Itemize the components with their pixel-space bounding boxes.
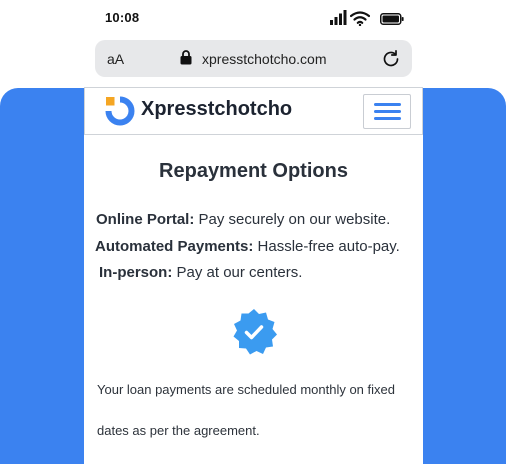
option-text: Pay securely on our website. <box>194 211 391 228</box>
url-text[interactable]: xpresstchotcho.com <box>202 51 327 67</box>
page-title: Repayment Options <box>159 160 348 182</box>
status-time: 10:08 <box>105 10 140 25</box>
site-navbar: Xpresstchotcho <box>84 87 423 135</box>
battery-icon <box>380 13 404 25</box>
brand-name[interactable]: Xpresstchotcho <box>141 98 292 121</box>
option-text: Pay at our centers. <box>172 264 303 281</box>
menu-button[interactable] <box>363 94 411 129</box>
reload-icon[interactable] <box>381 49 401 69</box>
signal-icon <box>330 10 347 25</box>
url-bar[interactable]: aA xpresstchotcho.com <box>95 40 412 77</box>
lock-icon <box>180 50 192 65</box>
wifi-icon <box>350 11 370 26</box>
option-text: Hassle-free auto-pay. <box>253 238 400 255</box>
option-online-portal: Online Portal: Pay securely on our websi… <box>96 211 390 228</box>
option-label: Automated Payments: <box>95 238 254 255</box>
verified-badge-icon <box>233 309 277 355</box>
schedule-paragraph: Your loan payments are scheduled monthly… <box>97 382 395 438</box>
logo-icon[interactable] <box>104 95 136 127</box>
text-size-button[interactable]: aA <box>107 51 124 67</box>
web-page: Xpresstchotcho Repayment Options Online … <box>84 87 423 464</box>
option-in-person: In-person: Pay at our centers. <box>99 264 302 281</box>
option-label: Online Portal: <box>96 211 195 228</box>
option-label: In-person: <box>99 264 173 281</box>
option-automated-payments: Automated Payments: Hassle-free auto-pay… <box>95 238 400 255</box>
